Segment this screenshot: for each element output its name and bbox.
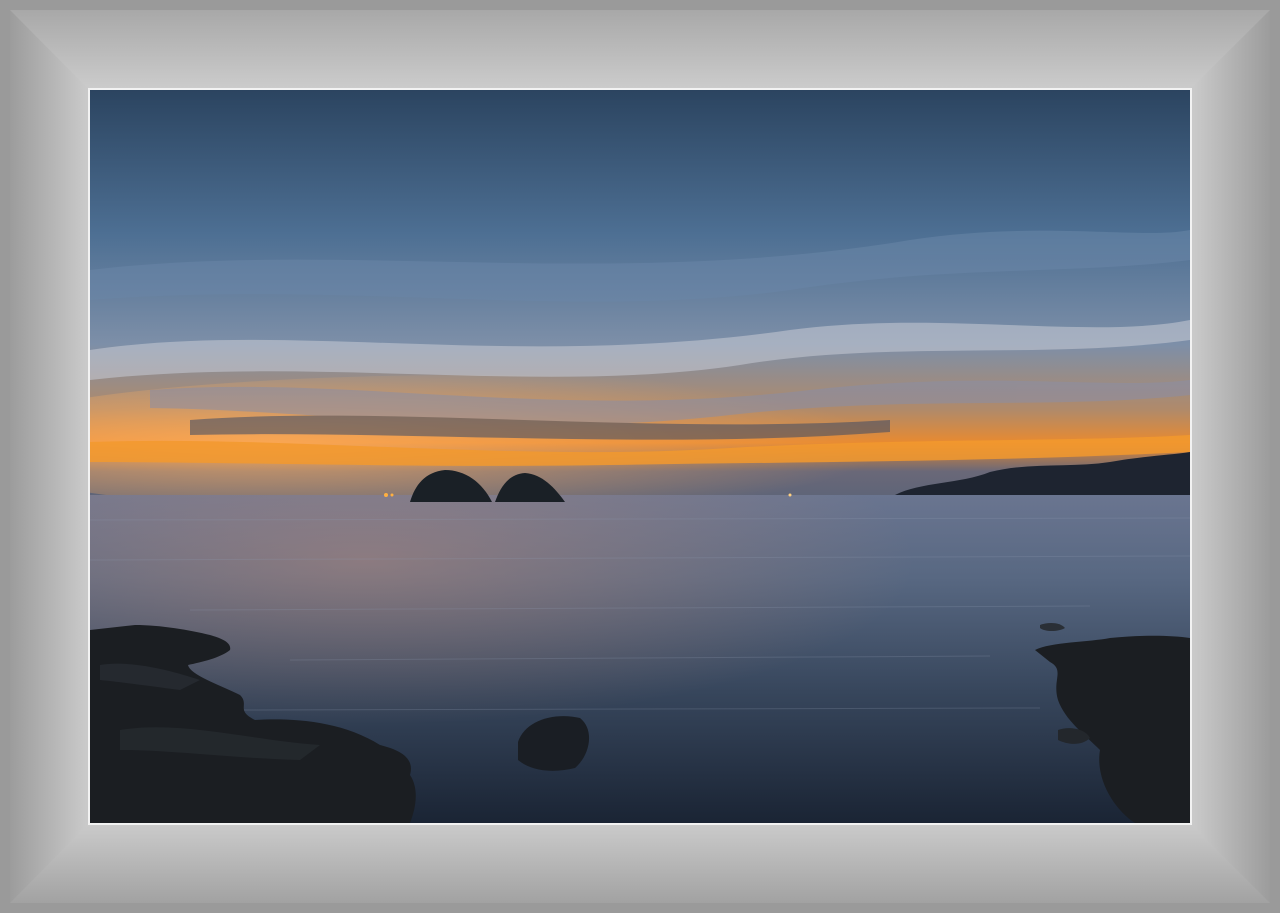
seascape-photo	[90, 90, 1190, 823]
mat-bevel-top	[10, 10, 1270, 90]
mat-bevel-bottom	[10, 823, 1270, 903]
outer-frame	[0, 0, 1280, 913]
